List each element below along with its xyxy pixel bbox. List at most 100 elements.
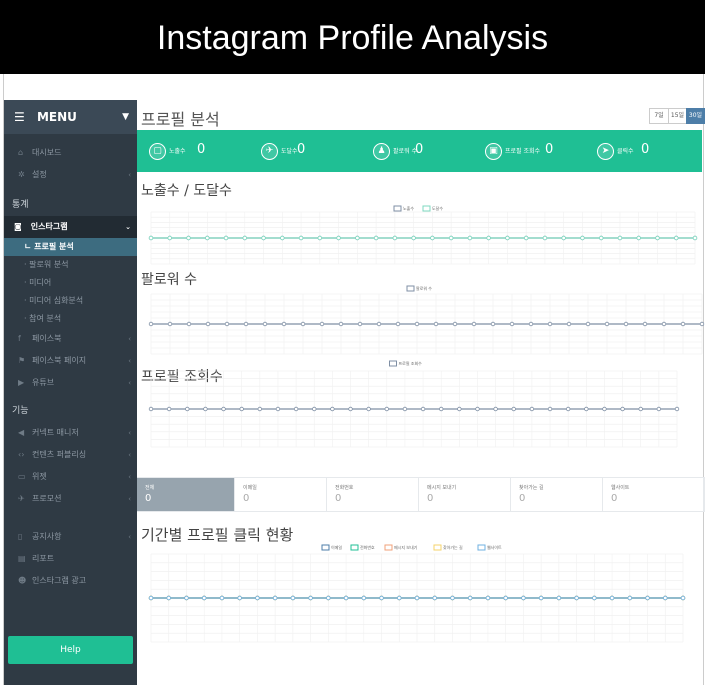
help-button[interactable]: Help <box>8 636 133 664</box>
click-stat-label: 웹사이트 <box>611 485 630 491</box>
data-point <box>397 595 402 601</box>
sidebar-item-youtube[interactable]: ▶ 유튜브 ‹ <box>4 372 137 394</box>
range-button[interactable]: 7일 <box>649 108 669 124</box>
hamburger-icon[interactable]: ☰ <box>14 110 25 124</box>
chevron-icon: ‹ <box>128 533 131 541</box>
sidebar-subitem-label: 프로필 분석 <box>34 242 74 251</box>
youtube-icon: ▶ <box>18 378 25 387</box>
data-point <box>692 235 698 241</box>
sidebar-item-label: 커넥트 매니저 <box>32 428 79 437</box>
sidebar-item-home[interactable]: ⌂ 대시보드 <box>4 142 137 164</box>
sidebar-subitem[interactable]: · 참여 분석 <box>4 310 137 328</box>
sidebar-item-document[interactable]: ▯ 공지사항 ‹ <box>4 526 137 548</box>
clicks-chart: 이메일 전화번호 메시지 보내기 찾아가는 길 웹사이트 <box>148 544 686 643</box>
sidebar-item-report[interactable]: ▤ 리포트 <box>4 548 137 570</box>
caret-down-icon[interactable]: ▼ <box>122 100 129 134</box>
data-point <box>290 595 296 601</box>
range-button[interactable]: 15일 <box>668 108 687 124</box>
data-point <box>430 235 435 241</box>
click-stat-label: 전화번호 <box>335 485 354 491</box>
sidebar-subitem[interactable]: ㄴ 프로필 분석 <box>4 238 137 256</box>
sidebar-item-users[interactable]: ☻ 인스타그램 광고 <box>4 570 137 592</box>
data-point <box>674 406 680 412</box>
sidebar-item-label: 대시보드 <box>32 148 62 157</box>
legend-swatch <box>433 544 442 551</box>
data-point <box>542 235 548 241</box>
data-point <box>468 595 473 601</box>
menu-toggle[interactable]: ☰ MENU ▼ <box>4 100 137 134</box>
data-point <box>414 321 420 327</box>
legend-label: 이메일 <box>331 544 342 550</box>
data-point <box>636 235 641 241</box>
chevron-icon: ‹ <box>128 495 131 503</box>
data-point <box>186 321 192 327</box>
data-point <box>680 595 686 601</box>
followers-chart: 팔로워 수 <box>148 285 705 355</box>
data-point <box>617 235 623 241</box>
banner: Instagram Profile Analysis <box>0 0 705 74</box>
chevron-down-icon: ⌄ <box>125 223 131 231</box>
data-point <box>699 321 705 327</box>
click-stat-4: 찾아가는 길 0 <box>511 478 602 511</box>
data-point <box>257 406 263 412</box>
data-point <box>432 595 437 601</box>
home-icon: ⌂ <box>18 148 24 157</box>
stat-label: 팔로워 수 <box>393 148 417 155</box>
sidebar-item-rocket[interactable]: ✈ 프로모션 ‹ <box>4 488 137 510</box>
sidebar-item-facebook[interactable]: f 페이스북 ‹ <box>4 328 137 350</box>
data-point <box>221 406 226 412</box>
data-point <box>308 595 313 601</box>
section-features: 기능 <box>12 406 29 416</box>
legend-swatch <box>393 205 402 212</box>
cursor-icon: ➤ <box>597 143 614 160</box>
document-icon: ▯ <box>18 532 23 541</box>
legend-label: 메시지 보내기 <box>394 544 418 550</box>
data-point <box>592 595 597 601</box>
click-stat-label: 이메일 <box>243 485 257 491</box>
data-point <box>485 595 491 601</box>
sidebar-item-label: 페이스북 <box>32 334 62 343</box>
range-button[interactable]: 30일 <box>686 108 705 124</box>
data-point <box>493 406 498 412</box>
sidebar-item-code[interactable]: ‹› 컨텐츠 퍼블리싱 ‹ <box>4 444 137 466</box>
sidebar-item-instagram[interactable]: ◙ 인스타그램 ⌄ <box>4 216 137 238</box>
click-stat-0: 전체 0 <box>137 478 234 511</box>
user-icon: ♟ <box>373 143 390 160</box>
sidebar-subitem[interactable]: · 팔로워 분석 <box>4 256 137 274</box>
main-content: 프로필 분석 7일 15일 30일 ▢ 노출수 0 ✈ 도달수 0 ♟ 팔로워 수 0 ▣ 프로필 조회… <box>137 100 705 685</box>
sidebar-subitem[interactable]: · 미디어 <box>4 274 137 292</box>
data-point <box>373 235 379 241</box>
data-point <box>272 595 278 601</box>
stat-label: 프로필 조회수 <box>505 148 541 155</box>
sidebar-item-flag[interactable]: ⚑ 페이스북 페이지 ‹ <box>4 350 137 372</box>
profile-views-chart: 프로필 조회수 <box>148 360 680 448</box>
data-point <box>656 406 662 412</box>
sidebar-subitem[interactable]: · 미디어 심화분석 <box>4 292 137 310</box>
section-title-impressions: 노출수 / 도달수 <box>141 183 232 199</box>
data-point <box>298 235 304 241</box>
bullet-icon: ㄴ <box>24 242 35 251</box>
legend-swatch <box>422 205 431 212</box>
sidebar-item-label: 공지사항 <box>32 532 62 541</box>
users-icon: ☻ <box>18 576 27 585</box>
data-point <box>312 406 317 412</box>
sidebar-item-chat[interactable]: ▭ 위젯 ‹ <box>4 466 137 488</box>
legend-label: 찾아가는 길 <box>443 544 463 550</box>
report-icon: ▤ <box>18 554 26 563</box>
data-point <box>450 595 455 601</box>
data-point <box>361 595 366 601</box>
sidebar-item-megaphone[interactable]: ◀ 커넥트 매니저 ‹ <box>4 422 137 444</box>
sidebar-item-gear[interactable]: ✲ 설정 ‹ <box>4 164 137 186</box>
chevron-icon: ‹ <box>128 429 131 437</box>
data-point <box>348 406 353 412</box>
data-point <box>467 235 473 241</box>
data-point <box>452 321 458 327</box>
stat-value: 0 <box>641 142 650 157</box>
data-point <box>486 235 491 241</box>
click-stat-3: 메시지 보내기 0 <box>419 478 510 511</box>
sidebar: ☰ MENU ▼ ⌂ 대시보드 ✲ 설정 ‹ 통계 ◙ 인스타그램 ⌄ ㄴ 프로필 분석… <box>4 100 137 685</box>
section-stats: 통계 <box>12 200 29 210</box>
click-stat-1: 이메일 0 <box>235 478 326 511</box>
data-point <box>184 595 189 601</box>
stat-id-card: ▣ 프로필 조회수 0 <box>485 130 585 172</box>
